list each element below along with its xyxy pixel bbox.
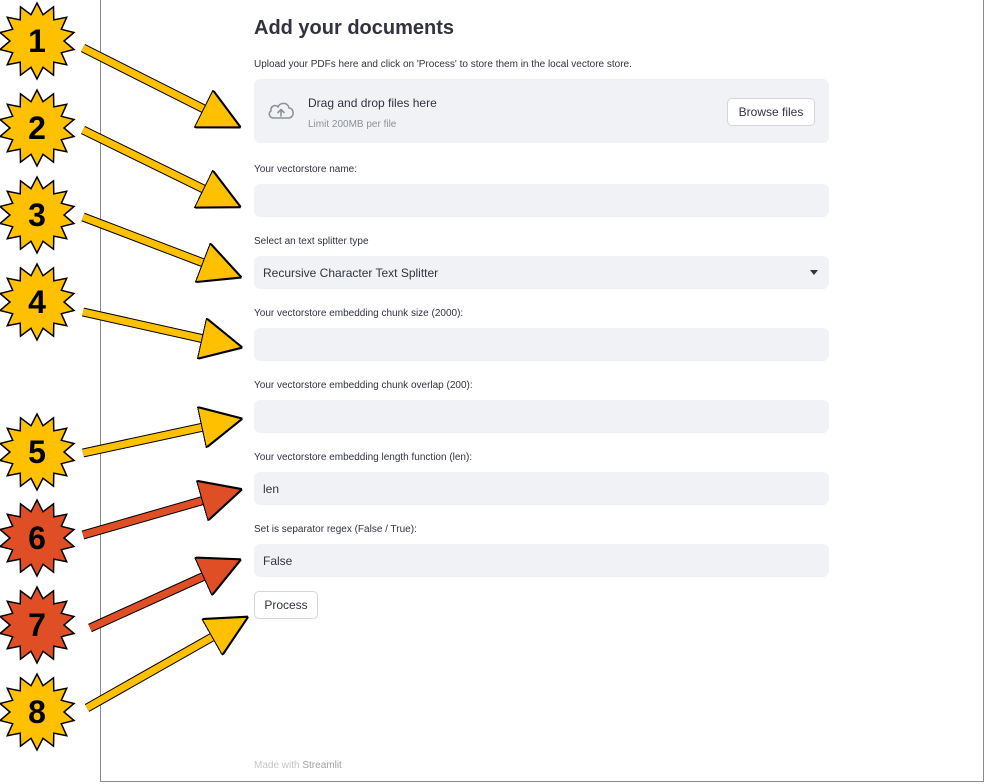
marker-5: 5 [0,412,77,492]
page-title: Add your documents [254,17,455,39]
marker-1: 1 [0,1,77,81]
browse-files-button[interactable]: Browse files [727,98,815,126]
marker-4: 4 [0,262,77,342]
marker-6: 6 [0,498,77,578]
marker-number: 8 [28,694,46,730]
marker-8: 8 [0,672,77,752]
app-frame: Add your documents Upload your PDFs here… [100,0,984,782]
length-function-label: Your vectorstore embedding length functi… [254,452,473,463]
dropzone-main-text: Drag and drop files here [308,96,437,110]
marker-2: 2 [0,88,77,168]
marker-number: 2 [28,110,46,146]
marker-7: 7 [0,585,77,665]
page-subtitle: Upload your PDFs here and click on 'Proc… [254,59,632,70]
splitter-type-value: Recursive Character Text Splitter [263,265,439,280]
marker-number: 7 [28,607,46,643]
cloud-upload-icon [266,99,296,123]
file-dropzone[interactable]: Drag and drop files here Limit 200MB per… [254,79,829,143]
length-function-input[interactable] [254,472,829,505]
chevron-down-icon [810,270,818,275]
dropzone-limit-text: Limit 200MB per file [308,119,397,130]
separator-regex-label: Set is separator regex (False / True): [254,524,417,535]
splitter-type-select[interactable]: Recursive Character Text Splitter [254,256,829,289]
marker-number: 4 [28,284,46,320]
process-button[interactable]: Process [254,591,318,619]
chunk-overlap-input[interactable] [254,400,829,433]
marker-number: 3 [28,197,46,233]
footer: Made with Streamlit [254,760,342,771]
footer-prefix: Made with [254,760,303,771]
marker-number: 1 [28,23,46,59]
chunk-size-input[interactable] [254,328,829,361]
vectorstore-name-input[interactable] [254,184,829,217]
splitter-type-label: Select an text splitter type [254,236,369,247]
separator-regex-input[interactable] [254,544,829,577]
chunk-size-label: Your vectorstore embedding chunk size (2… [254,308,464,319]
vectorstore-name-label: Your vectorstore name: [254,164,358,175]
marker-number: 5 [28,434,46,470]
streamlit-link[interactable]: Streamlit [302,760,341,771]
marker-3: 3 [0,175,77,255]
marker-number: 6 [28,520,46,556]
chunk-overlap-label: Your vectorstore embedding chunk overlap… [254,380,473,391]
